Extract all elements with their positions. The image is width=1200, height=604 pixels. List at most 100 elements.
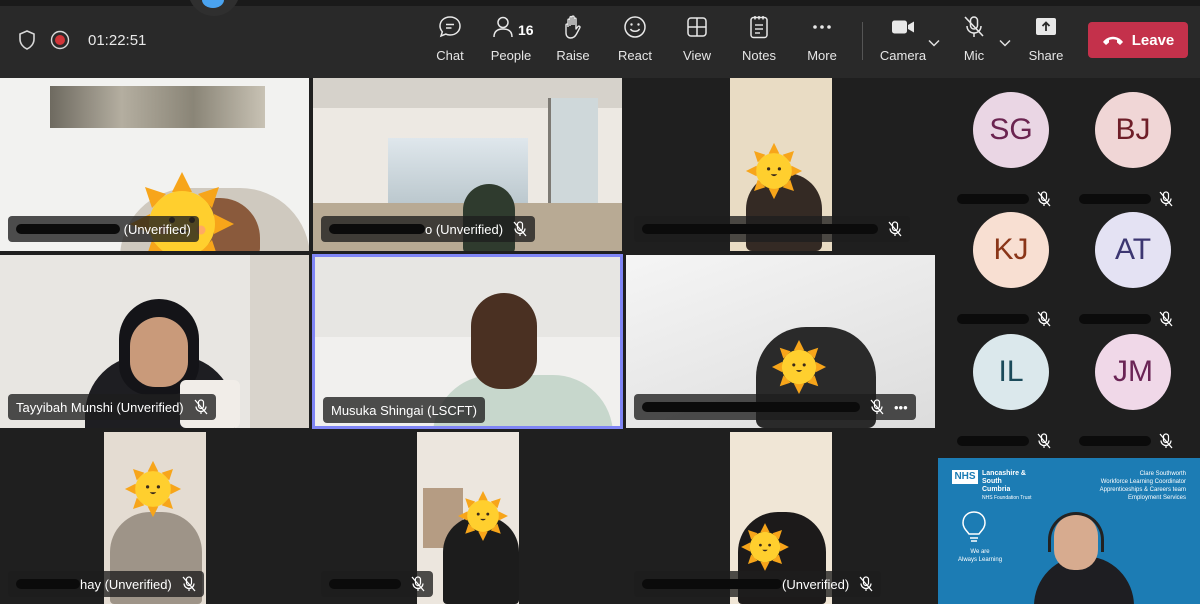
participant-tile-7[interactable]: hay (Unverified)	[0, 432, 309, 604]
person-face	[471, 293, 537, 389]
avatar-name-row	[1079, 311, 1191, 327]
camera-button[interactable]: Camera	[872, 14, 934, 66]
room-door	[250, 255, 309, 428]
participant-name-suffix: o (Unverified)	[425, 221, 504, 237]
mic-muted-icon	[1159, 311, 1173, 327]
participant-tile-4[interactable]: Tayyibah Munshi (Unverified)	[0, 255, 309, 428]
notes-label: Notes	[742, 48, 776, 63]
teams-logo	[188, 0, 240, 16]
camera-icon	[892, 20, 914, 34]
redacted-name	[16, 223, 120, 234]
chat-button[interactable]: Chat	[419, 14, 481, 66]
mic-button[interactable]: Mic	[943, 14, 1005, 66]
sun-face-emoji-icon	[124, 460, 182, 518]
slogan: We are Always Learning	[958, 548, 1002, 564]
more-dots-icon	[813, 25, 831, 29]
participant-tile-6[interactable]: •••	[626, 255, 935, 428]
org-line: South	[982, 478, 1002, 485]
redacted-name	[1079, 314, 1151, 324]
sun-face-emoji-icon	[771, 339, 827, 395]
title-strip	[0, 0, 1200, 6]
participant-name-pill: Musuka Shingai (LSCFT)	[323, 397, 485, 423]
nhs-logo: NHS	[952, 470, 978, 484]
slogan-line: We are	[970, 549, 990, 555]
chat-bubble-logo-icon	[202, 0, 224, 8]
redacted-name	[329, 579, 401, 589]
redacted-name	[329, 223, 425, 234]
share-label: Share	[1028, 48, 1064, 63]
lightbulb-icon	[962, 511, 986, 542]
avatar: AT	[1095, 212, 1171, 288]
mic-options-chevron-icon[interactable]	[998, 36, 1012, 50]
leave-label: Leave	[1131, 31, 1175, 49]
redacted-name	[16, 578, 80, 589]
participant-name-pill	[634, 216, 910, 242]
active-speaker-tile[interactable]: Musuka Shingai (LSCFT)	[312, 254, 623, 429]
more-button[interactable]: More	[791, 14, 853, 66]
toolbar-divider	[862, 22, 863, 60]
avatar-name-row	[957, 311, 1069, 327]
mic-muted-icon	[1037, 191, 1051, 207]
notes-icon	[750, 16, 768, 39]
shield-icon[interactable]	[18, 30, 36, 50]
presenter-line: Apprenticeships & Careers team	[1099, 487, 1186, 493]
participant-name-pill: (Unverified)	[634, 571, 882, 597]
headset	[1048, 512, 1104, 552]
mic-muted-icon	[182, 576, 196, 592]
meeting-timer: 01:22:51	[88, 31, 147, 49]
mic-muted-icon	[870, 399, 884, 415]
participant-name-pill	[321, 571, 433, 597]
participant-tile-2[interactable]: o (Unverified)	[313, 78, 622, 251]
avatar: SG	[973, 92, 1049, 168]
people-button[interactable]: 16 People	[480, 14, 542, 66]
presenter-tile[interactable]: NHS Lancashire & South Cumbria NHS Found…	[938, 458, 1200, 604]
redacted-name	[1079, 194, 1151, 204]
participant-name-pill: Tayyibah Munshi (Unverified)	[8, 394, 216, 420]
redacted-name	[642, 578, 782, 589]
raise-hand-button[interactable]: Raise	[542, 14, 604, 66]
tile-more-options-button[interactable]: •••	[894, 400, 908, 415]
avatar-name-row	[957, 191, 1069, 207]
avatar: JM	[1095, 334, 1171, 410]
participant-name-pill: o (Unverified)	[321, 216, 536, 242]
share-button[interactable]: Share	[1015, 14, 1077, 66]
recording-icon[interactable]	[50, 30, 70, 50]
mic-muted-icon	[1037, 433, 1051, 449]
mic-muted-icon	[194, 399, 208, 415]
people-count: 16	[518, 22, 534, 38]
org-subtitle: NHS Foundation Trust	[982, 495, 1032, 501]
camera-options-chevron-icon[interactable]	[927, 36, 941, 50]
notes-button[interactable]: Notes	[728, 14, 790, 66]
presenter-details: Clare Southworth Workforce Learning Coor…	[1100, 470, 1186, 502]
chat-label: Chat	[436, 48, 464, 63]
redacted-name	[642, 402, 860, 412]
org-line: Lancashire &	[982, 470, 1026, 477]
meeting-info: 01:22:51	[18, 28, 146, 52]
redacted-name	[642, 224, 878, 234]
smile-icon	[624, 16, 646, 38]
participant-tile-3[interactable]	[626, 78, 935, 251]
participant-name-suffix: (Unverified)	[782, 576, 850, 592]
slogan-line: Always Learning	[958, 557, 1003, 563]
participant-name: Musuka Shingai (LSCFT)	[331, 402, 477, 418]
react-button[interactable]: React	[604, 14, 666, 66]
mic-muted-icon	[513, 221, 527, 237]
participant-tile-9[interactable]: (Unverified)	[626, 432, 935, 604]
react-label: React	[618, 48, 652, 63]
org-line: Cumbria	[982, 486, 1011, 493]
redacted-name	[1079, 436, 1151, 446]
person-face	[130, 317, 188, 387]
leave-button[interactable]: Leave	[1088, 22, 1188, 58]
chat-icon	[439, 16, 461, 38]
redacted-name	[957, 436, 1029, 446]
participant-name: Tayyibah Munshi (Unverified)	[16, 399, 184, 415]
participant-tile-1[interactable]: (Unverified)	[0, 78, 309, 251]
more-label: More	[807, 48, 837, 63]
avatar-name-row	[1079, 191, 1191, 207]
presenter-line: Clare Southworth	[1139, 471, 1186, 477]
participant-tile-8[interactable]	[313, 432, 622, 604]
participant-name-suffix: hay (Unverified)	[80, 576, 172, 592]
org-name: Lancashire & South Cumbria NHS Foundatio…	[982, 470, 1031, 502]
avatar-name-row	[1079, 433, 1191, 449]
view-button[interactable]: View	[666, 14, 728, 66]
